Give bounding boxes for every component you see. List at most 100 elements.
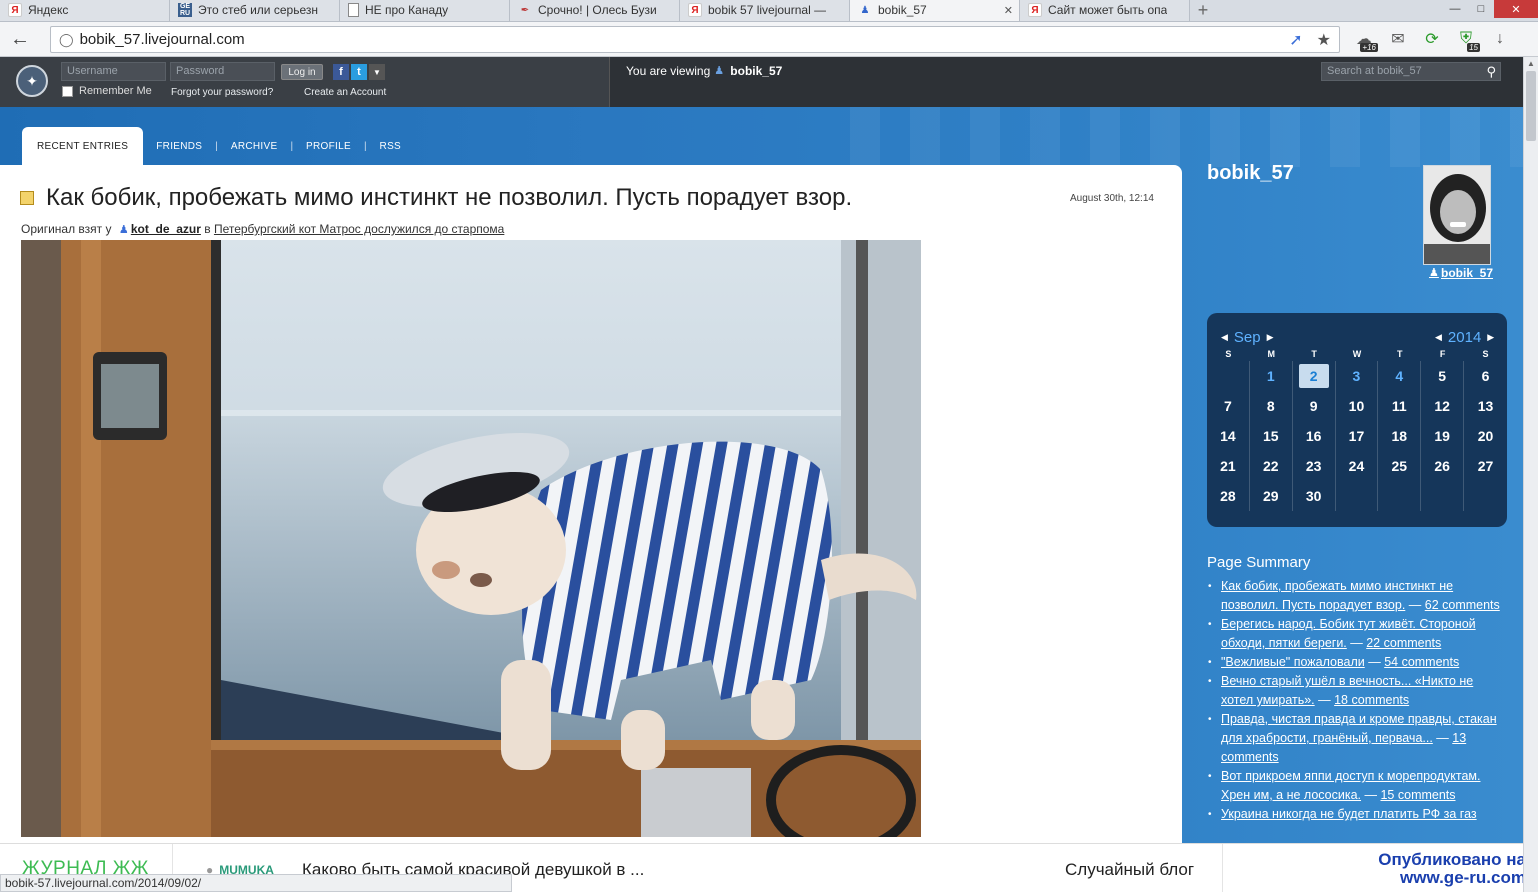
user-icon: ♟ — [118, 224, 129, 236]
calendar-day: 10 — [1336, 391, 1379, 421]
calendar-weekday: S — [1482, 349, 1489, 359]
summary-comments-link[interactable]: 54 comments — [1384, 655, 1459, 669]
calendar-day — [1464, 481, 1507, 511]
orig-author-link[interactable]: kot_de_azur — [131, 222, 201, 236]
address-bar[interactable]: ◯ bobik_57.livejournal.com ➚ ★ — [50, 26, 1340, 53]
calendar-day — [1421, 481, 1465, 511]
livejournal-logo-icon[interactable]: ✦ — [16, 65, 48, 97]
document-icon — [348, 3, 359, 17]
viewing-user-link[interactable]: bobik_57 — [730, 64, 782, 78]
orig-mid: в — [204, 222, 211, 236]
summary-comments-link[interactable]: 22 comments — [1366, 636, 1441, 650]
browser-tab[interactable]: GE RU Это стеб или серьезн — [170, 0, 340, 21]
create-account-link[interactable]: Create an Account — [304, 87, 386, 98]
summary-comments-link[interactable]: 18 comments — [1334, 693, 1409, 707]
forgot-password-link[interactable]: Forgot your password? — [171, 87, 273, 98]
calendar-weekday: W — [1352, 349, 1362, 359]
facebook-icon[interactable]: f — [333, 64, 349, 80]
calendar-day: 11 — [1378, 391, 1422, 421]
next-year-icon[interactable]: ▶ — [1487, 332, 1494, 343]
download-icon[interactable]: ↓ — [1488, 26, 1512, 52]
journal-username: bobik_57 — [1207, 162, 1294, 184]
entry-date: August 30th, 12:14 — [1070, 193, 1154, 204]
sync-icon[interactable]: ☁ +16 — [1352, 26, 1378, 52]
page-scrollbar[interactable]: ▲ — [1523, 57, 1538, 892]
list-item: "Вежливые" пожаловали — 54 comments — [1207, 653, 1507, 672]
orig-post-link[interactable]: Петербургский кот Матрос дослужился до с… — [214, 222, 504, 236]
avatar-user-link[interactable]: ♟ bobik_57 — [1425, 266, 1493, 280]
browser-tab[interactable]: Я Сайт может быть опа — [1020, 0, 1190, 21]
maximize-icon[interactable]: □ — [1468, 0, 1494, 18]
bookmark-star-icon[interactable]: ★ — [1317, 30, 1331, 50]
avatar[interactable] — [1423, 165, 1491, 265]
header-stripes — [850, 107, 1523, 167]
calendar-day[interactable]: 4 — [1378, 361, 1422, 391]
dash-separator: — — [1314, 693, 1335, 707]
login-button[interactable]: Log in — [281, 64, 323, 80]
list-item: Как бобик, пробежать мимо инстинкт не по… — [1207, 577, 1507, 615]
calendar-day[interactable]: 3 — [1336, 361, 1379, 391]
next-month-icon[interactable]: ▶ — [1267, 332, 1274, 343]
scrollbar-thumb[interactable] — [1526, 71, 1536, 141]
calendar-day: 29 — [1250, 481, 1293, 511]
minimize-icon[interactable]: — — [1442, 0, 1468, 18]
shield-extension-icon[interactable]: ⛨ 15 — [1454, 26, 1480, 52]
tab-profile[interactable]: PROFILE — [293, 141, 364, 152]
password-input[interactable]: Password — [170, 62, 275, 81]
summary-post-link[interactable]: "Вежливые" пожаловали — [1221, 655, 1365, 669]
entry-title[interactable]: Как бобик, пробежать мимо инстинкт не по… — [46, 184, 852, 212]
tab-archive[interactable]: ARCHIVE — [218, 141, 291, 152]
close-tab-icon[interactable]: ✕ — [1004, 4, 1013, 17]
avatar-photo — [1424, 166, 1490, 264]
calendar-day[interactable]: 1 — [1250, 361, 1293, 391]
browser-tab-bar: Я Яндекс GE RU Это стеб или серьезн НЕ про Ка… — [0, 0, 1538, 22]
close-window-icon[interactable]: ✕ — [1494, 0, 1538, 18]
avatar-username: bobik_57 — [1441, 266, 1494, 280]
prev-year-icon[interactable]: ◀ — [1435, 332, 1442, 343]
journal-nav: RECENT ENTRIES FRIENDS | ARCHIVE | PROFI… — [22, 127, 414, 165]
summary-post-link[interactable]: Украина никогда не будет платить РФ за г… — [1221, 807, 1477, 821]
browser-tab[interactable]: Яbobik 57 livejournal — — [680, 0, 850, 21]
pin-icon[interactable]: ➚ — [1289, 30, 1302, 50]
browser-tab-title: Это стеб или серьезн — [198, 3, 318, 17]
summary-comments-link[interactable]: 15 comments — [1380, 788, 1455, 802]
refresh-extension-icon[interactable]: ⟳ — [1420, 26, 1444, 52]
calendar-weekday: M — [1267, 349, 1276, 359]
search-icon[interactable]: ⚲ — [1486, 64, 1496, 80]
calendar-day: 27 — [1477, 458, 1494, 474]
twitter-icon[interactable]: t — [351, 64, 367, 80]
tab-rss[interactable]: RSS — [367, 141, 414, 152]
calendar-day: 20 — [1477, 428, 1494, 444]
calendar-year[interactable]: 2014 — [1448, 329, 1481, 346]
mail-icon[interactable]: ✉ — [1386, 26, 1410, 52]
back-button[interactable]: ← — [0, 22, 40, 57]
random-blog-link[interactable]: Случайный блог — [1065, 860, 1194, 880]
calendar-day: 25 — [1378, 451, 1422, 481]
scroll-up-icon[interactable]: ▲ — [1527, 59, 1535, 68]
calendar-week-row: 28 29 30 — [1207, 481, 1507, 511]
prev-month-icon[interactable]: ◀ — [1221, 332, 1228, 343]
watermark-line1: Опубликовано на — [1378, 850, 1526, 869]
summary-comments-link[interactable]: 62 comments — [1425, 598, 1500, 612]
remember-checkbox[interactable] — [62, 85, 73, 97]
browser-tab[interactable]: ✒ Срочно! | Олесь Бузи — [510, 0, 680, 21]
calendar-day: 23 — [1293, 451, 1336, 481]
calendar-month[interactable]: Sep — [1234, 329, 1261, 346]
username-input[interactable]: Username — [61, 62, 166, 81]
calendar-day — [1336, 481, 1379, 511]
journal-search-input[interactable]: Search at bobik_57 ⚲ — [1321, 62, 1501, 81]
browser-tab[interactable]: Я Яндекс — [0, 0, 170, 21]
tab-recent-entries[interactable]: RECENT ENTRIES — [22, 127, 144, 165]
search-placeholder: Search at bobik_57 — [1327, 65, 1422, 77]
calendar-day: 5 — [1421, 361, 1465, 391]
status-bar-url: bobik-57.livejournal.com/2014/09/02/ — [0, 874, 512, 892]
calendar-day[interactable]: 2 — [1293, 361, 1336, 391]
sync-badge: +16 — [1360, 43, 1378, 52]
watermark-line2: www.ge-ru.com — [1400, 868, 1526, 887]
tab-friends[interactable]: FRIENDS — [143, 141, 215, 152]
browser-tab[interactable]: ♟ bobik_57 ✕ — [850, 0, 1020, 21]
calendar-day-today[interactable]: 2 — [1298, 364, 1329, 388]
new-tab-icon[interactable]: + — [1190, 0, 1216, 21]
browser-tab[interactable]: НЕ про Канаду — [340, 0, 510, 21]
dropdown-arrow-icon[interactable]: ▼ — [369, 64, 385, 80]
